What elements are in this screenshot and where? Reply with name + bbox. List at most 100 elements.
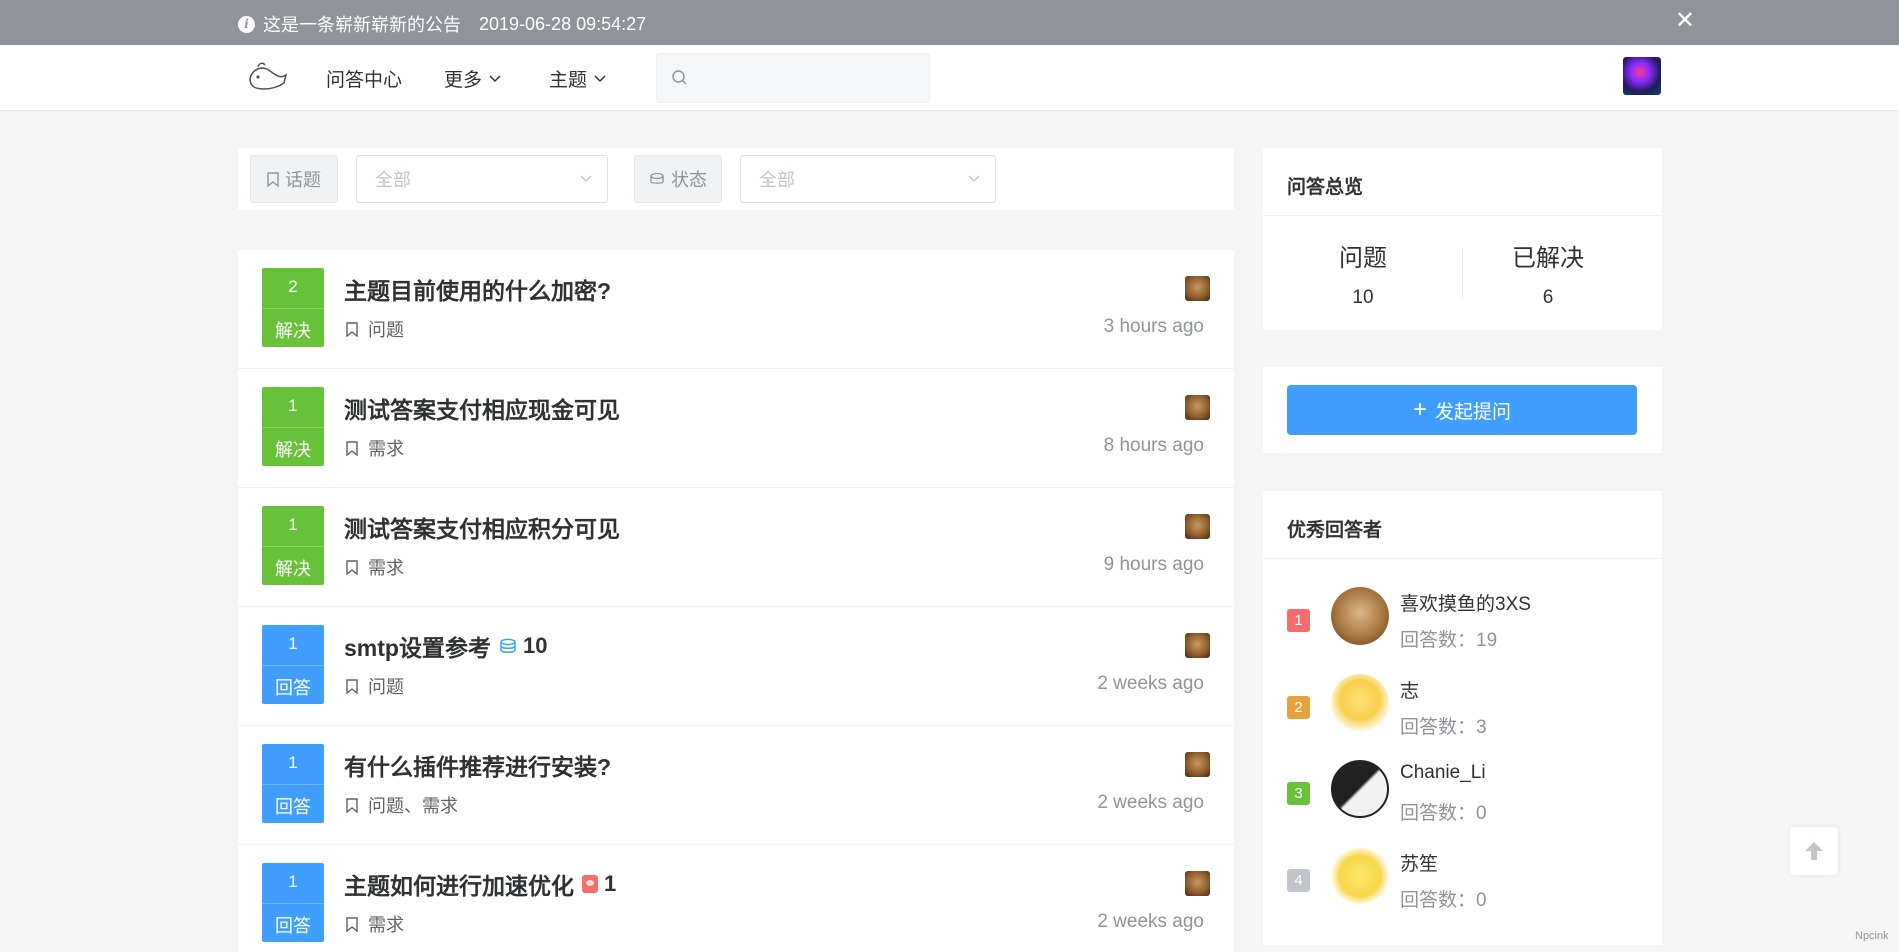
answer-count: 1 — [288, 396, 298, 415]
close-icon[interactable]: ✕ — [1675, 8, 1695, 34]
answerer-row[interactable]: 2 志 回答数：3 — [1287, 674, 1647, 744]
search-box[interactable] — [656, 53, 930, 103]
rank-number: 4 — [1287, 869, 1310, 892]
avatar[interactable] — [1331, 674, 1389, 732]
answerer-name[interactable]: 志 — [1400, 676, 1419, 703]
bookmark-icon — [346, 440, 358, 456]
author-avatar[interactable] — [1185, 752, 1210, 777]
author-avatar[interactable] — [1185, 633, 1210, 658]
answerer-row[interactable]: 1 喜欢摸鱼的3XS 回答数：19 — [1287, 587, 1647, 657]
status-label-text: 状态 — [671, 170, 707, 190]
question-tag-text[interactable]: 问题、需求 — [368, 792, 458, 818]
answerer-name[interactable]: Chanie_Li — [1400, 762, 1486, 784]
question-tags: 问题、需求 — [346, 792, 458, 818]
nav-theme[interactable]: 主题 — [549, 65, 607, 92]
question-status: 解决 — [262, 308, 324, 343]
question-item[interactable]: 1 回答 smtp设置参考 10 问题 2 weeks ago — [238, 607, 1234, 726]
nav-qa-center[interactable]: 问答中心 — [326, 65, 402, 92]
chevron-down-icon — [968, 175, 980, 183]
nav-label: 主题 — [549, 70, 588, 91]
coin-icon — [500, 638, 516, 653]
question-title: smtp设置参考 — [344, 635, 491, 661]
avatar[interactable] — [1331, 760, 1389, 818]
bookmark-icon — [346, 321, 358, 337]
answer-count-badge: 1 回答 — [262, 744, 324, 823]
search-input[interactable] — [699, 64, 919, 92]
question-title-link[interactable]: 有什么插件推荐进行安装? — [344, 748, 611, 782]
question-title: 测试答案支付相应现金可见 — [344, 397, 620, 423]
info-icon: i — [238, 15, 255, 33]
question-time: 2 weeks ago — [1097, 673, 1204, 694]
question-item[interactable]: 1 解决 测试答案支付相应积分可见 需求 9 hours ago — [238, 488, 1234, 607]
topic-select-value: 全部 — [375, 170, 411, 190]
user-avatar[interactable] — [1623, 57, 1661, 95]
question-title-link[interactable]: 测试答案支付相应现金可见 — [344, 391, 620, 425]
answerer-name[interactable]: 苏笙 — [1400, 849, 1438, 876]
answer-count: 1 — [288, 634, 298, 653]
author-avatar[interactable] — [1185, 514, 1210, 539]
question-tag-text[interactable]: 问题 — [368, 316, 404, 342]
question-tag-text[interactable]: 问题 — [368, 673, 404, 699]
question-item[interactable]: 2 解决 主题目前使用的什么加密? 问题 3 hours ago — [238, 250, 1234, 369]
answerer-row[interactable]: 3 Chanie_Li 回答数：0 — [1287, 760, 1647, 830]
author-avatar[interactable] — [1185, 395, 1210, 420]
answer-count: 1 — [288, 515, 298, 534]
announcement-bar: i 这是一条崭新崭新的公告 2019-06-28 09:54:27 ✕ — [0, 0, 1899, 45]
question-title-link[interactable]: 主题如何进行加速优化 1 — [344, 867, 616, 901]
author-avatar[interactable] — [1185, 276, 1210, 301]
nav-label: 问答中心 — [326, 70, 403, 91]
question-time: 8 hours ago — [1103, 435, 1204, 456]
nav-label: 更多 — [444, 70, 483, 91]
answer-count-badge: 1 回答 — [262, 863, 324, 942]
status-icon — [650, 172, 664, 184]
bookmark-icon — [346, 678, 358, 694]
chevron-down-icon — [489, 74, 501, 82]
reward-value: 1 — [604, 871, 617, 896]
status-select-value: 全部 — [759, 170, 795, 190]
question-title-link[interactable]: 主题目前使用的什么加密? — [344, 272, 611, 306]
avatar[interactable] — [1331, 847, 1389, 905]
ask-button-label: 发起提问 — [1435, 401, 1512, 423]
answer-count-badge: 1 解决 — [262, 387, 324, 466]
status-select[interactable]: 全部 — [740, 155, 996, 203]
question-tag-text[interactable]: 需求 — [368, 554, 404, 580]
announcement-text: 这是一条崭新崭新的公告 — [263, 15, 461, 35]
answerer-row[interactable]: 4 苏笙 回答数：0 — [1287, 847, 1647, 917]
question-item[interactable]: 1 回答 有什么插件推荐进行安装? 问题、需求 2 weeks ago — [238, 726, 1234, 845]
answer-count-badge: 2 解决 — [262, 268, 324, 347]
back-to-top-button[interactable] — [1790, 827, 1838, 875]
answer-count-badge: 1 解决 — [262, 506, 324, 585]
bookmark-icon — [346, 559, 358, 575]
red-packet-icon — [582, 875, 598, 893]
question-item[interactable]: 1 回答 主题如何进行加速优化 1 需求 2 weeks ago — [238, 845, 1234, 952]
answer-count-text: 回答数：3 — [1400, 717, 1487, 738]
search-icon — [672, 70, 687, 85]
answerer-name[interactable]: 喜欢摸鱼的3XS — [1400, 589, 1531, 616]
solved-count: 6 — [1542, 287, 1554, 308]
question-tag-text[interactable]: 需求 — [368, 911, 404, 937]
top-header: 问答中心 更多 主题 — [0, 45, 1899, 111]
question-status: 回答 — [262, 784, 324, 819]
question-time: 2 weeks ago — [1097, 792, 1204, 813]
question-title-link[interactable]: smtp设置参考 10 — [344, 629, 547, 663]
author-avatar[interactable] — [1185, 871, 1210, 896]
question-tags: 问题 — [346, 673, 404, 699]
reward-value: 10 — [522, 633, 548, 658]
avatar[interactable] — [1331, 587, 1389, 645]
question-list: 2 解决 主题目前使用的什么加密? 问题 3 hours ago 1 解决 测试… — [238, 250, 1234, 952]
qa-overview-card: 问答总览 问题 10 已解决 6 — [1263, 148, 1662, 330]
ask-question-button[interactable]: + 发起提问 — [1287, 385, 1637, 435]
question-item[interactable]: 1 解决 测试答案支付相应现金可见 需求 8 hours ago — [238, 369, 1234, 488]
nav-more[interactable]: 更多 — [444, 65, 502, 92]
answer-count-text: 回答数：19 — [1400, 630, 1498, 651]
filter-bar: 话题 全部 状态 全部 — [238, 148, 1234, 210]
topic-select[interactable]: 全部 — [356, 155, 608, 203]
answer-count-badge: 1 回答 — [262, 625, 324, 704]
topic-label-text: 话题 — [285, 170, 321, 190]
logo-icon[interactable] — [246, 57, 290, 97]
question-title-link[interactable]: 测试答案支付相应积分可见 — [344, 510, 620, 544]
question-tag-text[interactable]: 需求 — [368, 435, 404, 461]
question-title: 测试答案支付相应积分可见 — [344, 516, 620, 542]
bookmark-icon — [267, 171, 279, 187]
question-title: 有什么插件推荐进行安装? — [344, 754, 612, 780]
